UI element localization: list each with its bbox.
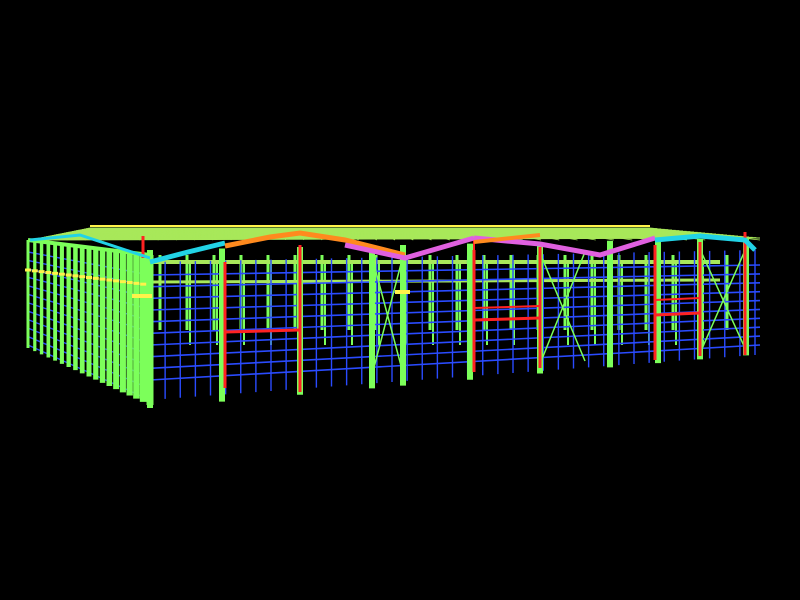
front-girt — [149, 344, 761, 381]
door-frame-header — [224, 328, 301, 334]
steel-frame-model — [25, 225, 761, 408]
front-rafter — [654, 233, 757, 252]
door-frame-header — [654, 297, 701, 301]
front-rafter — [344, 235, 475, 261]
door-frame-header — [473, 316, 541, 322]
door-frame-header — [654, 311, 701, 317]
3d-model-viewport[interactable] — [0, 0, 800, 600]
